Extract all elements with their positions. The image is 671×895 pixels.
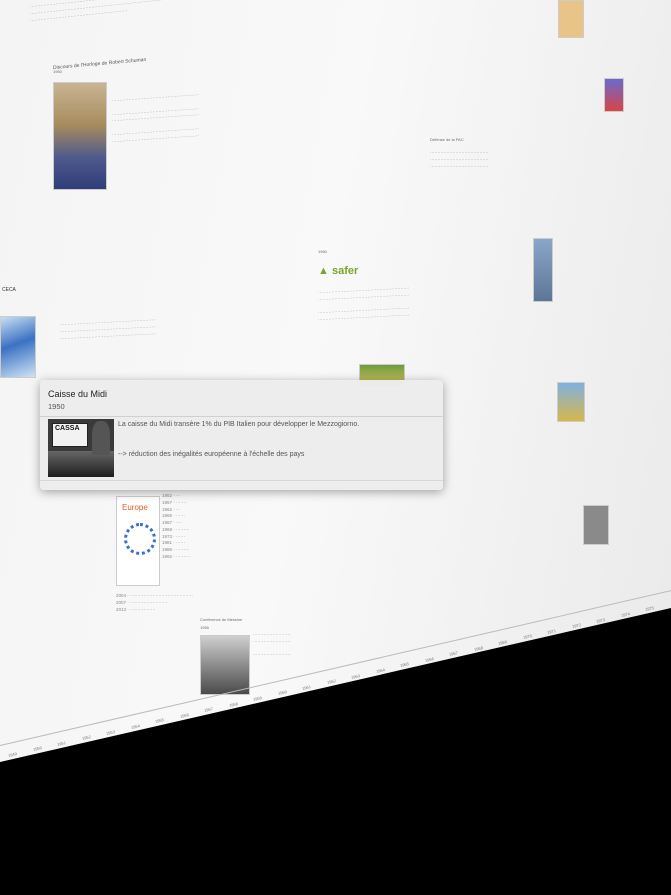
ceca-map[interactable]	[0, 316, 36, 378]
windmill-photo[interactable]	[533, 238, 553, 302]
popup-year: 1950	[48, 402, 65, 411]
timeline-year-label[interactable]: 1951	[57, 740, 67, 747]
timeline-year-label[interactable]: 1958	[228, 701, 238, 708]
timeline-year-label[interactable]: 1973	[596, 617, 606, 624]
ceca-paragraph: ········································…	[60, 316, 156, 341]
europe-logo: Europe	[122, 503, 148, 512]
europe-poster[interactable]: Europe	[116, 496, 160, 586]
timeline-year-label[interactable]: 1968	[473, 645, 483, 652]
timeline-year-label[interactable]: 1966	[424, 656, 434, 663]
safer-logo[interactable]: ▲ safer	[318, 265, 358, 277]
timeline-year-label[interactable]: 1954	[130, 723, 140, 730]
leaf-icon: ▲	[318, 265, 329, 277]
schuman-paragraph: ········································…	[112, 91, 199, 144]
timeline-year-label[interactable]: 1949	[8, 751, 18, 758]
messina-photo[interactable]	[200, 635, 250, 695]
map-thumb-europe[interactable]	[604, 78, 624, 112]
popup-divider	[40, 416, 443, 417]
members-list: 1952 · ··· 1957 · ······· 1962 · ··· 1965 ·…	[162, 493, 191, 559]
schuman-title[interactable]: Discours de l'Horloge de Robert Schuman	[53, 57, 146, 71]
safer-paragraph: ········································…	[318, 285, 410, 322]
intro-paragraph: ········································…	[30, 0, 174, 23]
timeline-year-label[interactable]: 1962	[326, 678, 336, 685]
timeline-year-label[interactable]: 1964	[375, 667, 385, 674]
map-thumb-top[interactable]	[558, 0, 584, 38]
popup-text-1: La caisse du Midi transère 1% du PIB Ita…	[118, 421, 360, 428]
europe-map-thumb[interactable]	[557, 382, 585, 422]
enlargement-list: 2004 · ·································…	[116, 593, 193, 612]
tree-shape	[92, 421, 110, 455]
timeline-year-label[interactable]: 1974	[620, 611, 630, 618]
timeline-year-label[interactable]: 1957	[204, 706, 214, 713]
schuman-year: 1950	[53, 69, 62, 74]
timeline-year-label[interactable]: 1970	[522, 633, 532, 640]
timeline-year-label[interactable]: 1972	[571, 622, 581, 629]
ceca-label[interactable]: CECA	[2, 287, 16, 293]
popup-title: Caisse du Midi	[48, 389, 108, 399]
timeline-year-label[interactable]: 1956	[179, 712, 189, 719]
timeline-year-label[interactable]: 1952	[81, 734, 91, 741]
timeline-year-label[interactable]: 1965	[400, 661, 410, 668]
timeline-year-label[interactable]: 1955	[155, 717, 165, 724]
timeline-year-label[interactable]: 1971	[547, 628, 557, 635]
schuman-photo[interactable]	[53, 82, 107, 190]
timeline-year-label[interactable]: 1963	[351, 673, 361, 680]
timeline-year-label[interactable]: 1967	[449, 650, 459, 657]
timeline-year-label[interactable]: 1960	[277, 689, 287, 696]
popup-bottom-divider	[40, 480, 443, 481]
timeline-year-label[interactable]: 1961	[302, 684, 312, 691]
timeline-year-label[interactable]: 1959	[253, 695, 263, 702]
poster-banner: CASSA	[52, 423, 88, 447]
defense-paragraph: ······································· …	[430, 150, 489, 169]
safer-year: 1960	[318, 249, 327, 254]
defense-title[interactable]: Défense de la PAC	[430, 137, 464, 143]
messina-paragraph: ························· ···············…	[253, 632, 291, 658]
event-popup[interactable]: Caisse du Midi 1950 CASSA La caisse du M…	[40, 380, 443, 490]
timeline-axis	[0, 589, 671, 746]
timeline-year-label[interactable]: 1953	[106, 729, 116, 736]
timeline-year-label[interactable]: 1975	[645, 605, 655, 612]
popup-text-2: --> réduction des inégalités européenne …	[118, 451, 305, 458]
timeline-year-label[interactable]: 1950	[32, 745, 42, 752]
poster-caption: CASSA	[55, 425, 80, 432]
messina-year: 1955	[200, 625, 209, 630]
popup-photo[interactable]: CASSA	[48, 419, 114, 477]
group-photo-small[interactable]	[583, 505, 609, 545]
stars-icon	[124, 523, 156, 555]
safer-logo-text: safer	[331, 265, 359, 277]
messina-title[interactable]: Conférence de Messine	[200, 617, 242, 623]
timeline-year-label[interactable]: 1969	[498, 639, 508, 646]
